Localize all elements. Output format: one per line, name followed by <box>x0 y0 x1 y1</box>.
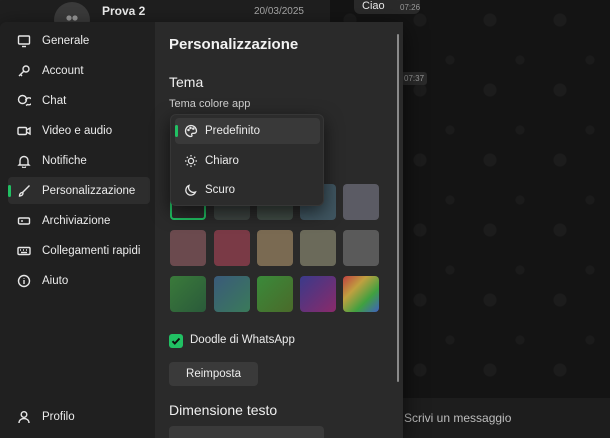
dropdown-option-label: Scuro <box>205 184 236 196</box>
doodle-label: Doodle di WhatsApp <box>190 334 295 346</box>
nav-item-video-audio[interactable]: Video e audio <box>8 117 150 144</box>
scrollbar[interactable] <box>397 34 399 382</box>
settings-panel: Personalizzazione Tema Tema colore app D… <box>155 22 403 438</box>
checkmark-icon <box>171 337 181 345</box>
message-input-placeholder[interactable]: Scrivi un messaggio <box>404 411 511 425</box>
nav-label: Personalizzazione <box>42 184 136 197</box>
nav-label: Generale <box>42 34 90 47</box>
text-size-section-title: Dimensione testo <box>169 402 278 418</box>
theme-option-chiaro[interactable]: Chiaro <box>175 148 320 174</box>
theme-section-title: Tema <box>169 74 204 90</box>
theme-dropdown: Predefinito Chiaro Scuro <box>170 114 324 206</box>
video-camera-icon <box>17 124 31 138</box>
chat-name: Prova 2 <box>102 4 146 18</box>
computer-icon <box>17 34 31 48</box>
nav-item-account[interactable]: Account <box>8 57 150 84</box>
brush-icon <box>17 184 31 198</box>
wallpaper-swatch[interactable] <box>170 230 206 266</box>
person-icon <box>17 410 31 424</box>
nav-label: Archiviazione <box>42 214 111 227</box>
palette-icon <box>184 124 198 138</box>
settings-dialog: Generale Account Chat Video e audio Noti… <box>0 22 403 438</box>
theme-color-label: Tema colore app <box>169 98 251 110</box>
nav-item-collegamenti-rapidi[interactable]: Collegamenti rapidi <box>8 237 150 264</box>
nav-item-generale[interactable]: Generale <box>8 27 150 54</box>
nav-label: Notifiche <box>42 154 87 167</box>
nav-label: Aiuto <box>42 274 69 287</box>
nav-item-chat[interactable]: Chat <box>8 87 150 114</box>
message-time-2: 07:37 <box>401 72 428 85</box>
dropdown-option-label: Predefinito <box>205 125 260 137</box>
nav-label: Collegamenti rapidi <box>42 244 141 257</box>
nav-label: Profilo <box>42 410 75 423</box>
nav-label: Account <box>42 64 84 77</box>
wallpaper-swatch[interactable] <box>257 276 293 312</box>
wallpaper-swatch[interactable] <box>170 276 206 312</box>
nav-label: Chat <box>42 94 67 107</box>
sun-icon <box>184 154 198 168</box>
text-size-select[interactable] <box>169 426 324 438</box>
nav-item-aiuto[interactable]: Aiuto <box>8 267 150 294</box>
reset-button[interactable]: Reimposta <box>169 362 258 386</box>
nav-item-archiviazione[interactable]: Archiviazione <box>8 207 150 234</box>
wallpaper-swatch[interactable] <box>300 230 336 266</box>
nav-item-personalizzazione[interactable]: Personalizzazione <box>8 177 150 204</box>
key-icon <box>17 64 31 78</box>
nav-label: Video e audio <box>42 124 113 137</box>
chat-date: 20/03/2025 <box>253 6 304 17</box>
wallpaper-swatch[interactable] <box>343 184 379 220</box>
wallpaper-swatch[interactable] <box>214 230 250 266</box>
wallpaper-swatch[interactable] <box>343 276 379 312</box>
keyboard-icon <box>17 244 31 258</box>
wallpaper-swatch[interactable] <box>343 230 379 266</box>
wallpaper-swatch[interactable] <box>257 230 293 266</box>
nav-item-profilo[interactable]: Profilo <box>8 403 150 430</box>
chat-bubbles-icon <box>17 94 31 108</box>
bell-icon <box>17 154 31 168</box>
settings-nav: Generale Account Chat Video e audio Noti… <box>0 22 155 438</box>
wallpaper-swatch[interactable] <box>300 276 336 312</box>
message-time: 07:26 <box>400 3 421 12</box>
theme-option-scuro[interactable]: Scuro <box>175 177 320 203</box>
theme-option-predefinito[interactable]: Predefinito <box>175 118 320 144</box>
nav-item-notifiche[interactable]: Notifiche <box>8 147 150 174</box>
moon-icon <box>184 183 198 197</box>
info-icon <box>17 274 31 288</box>
storage-icon <box>17 214 31 228</box>
wallpaper-swatch[interactable] <box>214 276 250 312</box>
doodle-checkbox[interactable] <box>169 334 183 348</box>
dropdown-option-label: Chiaro <box>205 155 239 167</box>
page-title: Personalizzazione <box>169 36 299 53</box>
message-text: Ciao <box>362 0 385 12</box>
